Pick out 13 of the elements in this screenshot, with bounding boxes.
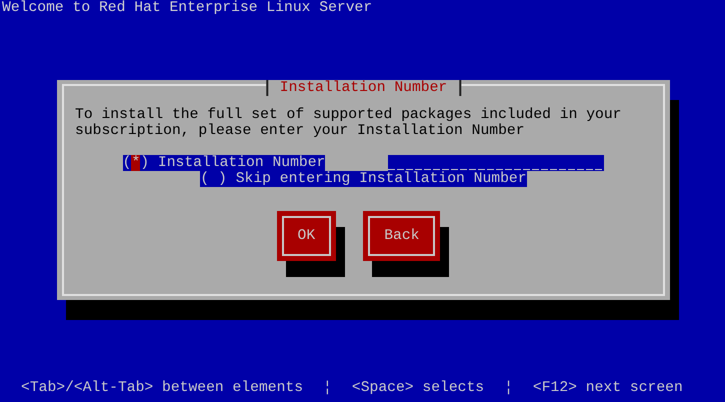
dialog-button[interactable]: Back (363, 211, 440, 261)
instruction-text: To install the full set of supported packages included in your subscription, please enter your Installation Number (75, 107, 622, 139)
dialog-button[interactable]: OK (276, 211, 336, 261)
key-hint: <F12> next screen (532, 380, 683, 396)
key-hint: <Space> selects (352, 380, 484, 396)
separator: ¦ (504, 380, 513, 396)
separator: ¦ (323, 380, 332, 396)
input-field[interactable] (388, 155, 604, 171)
radio-option[interactable]: ( ) Skip entering Installation Number (200, 171, 527, 187)
radio-option[interactable]: (*) Installation Number (122, 155, 326, 171)
screen-title: Welcome to Red Hat Enterprise Linux Server (1, 0, 374, 16)
dialog-title: Installation Number (266, 80, 462, 96)
key-hint: <Tab>/<Alt-Tab> between elements (21, 380, 304, 396)
